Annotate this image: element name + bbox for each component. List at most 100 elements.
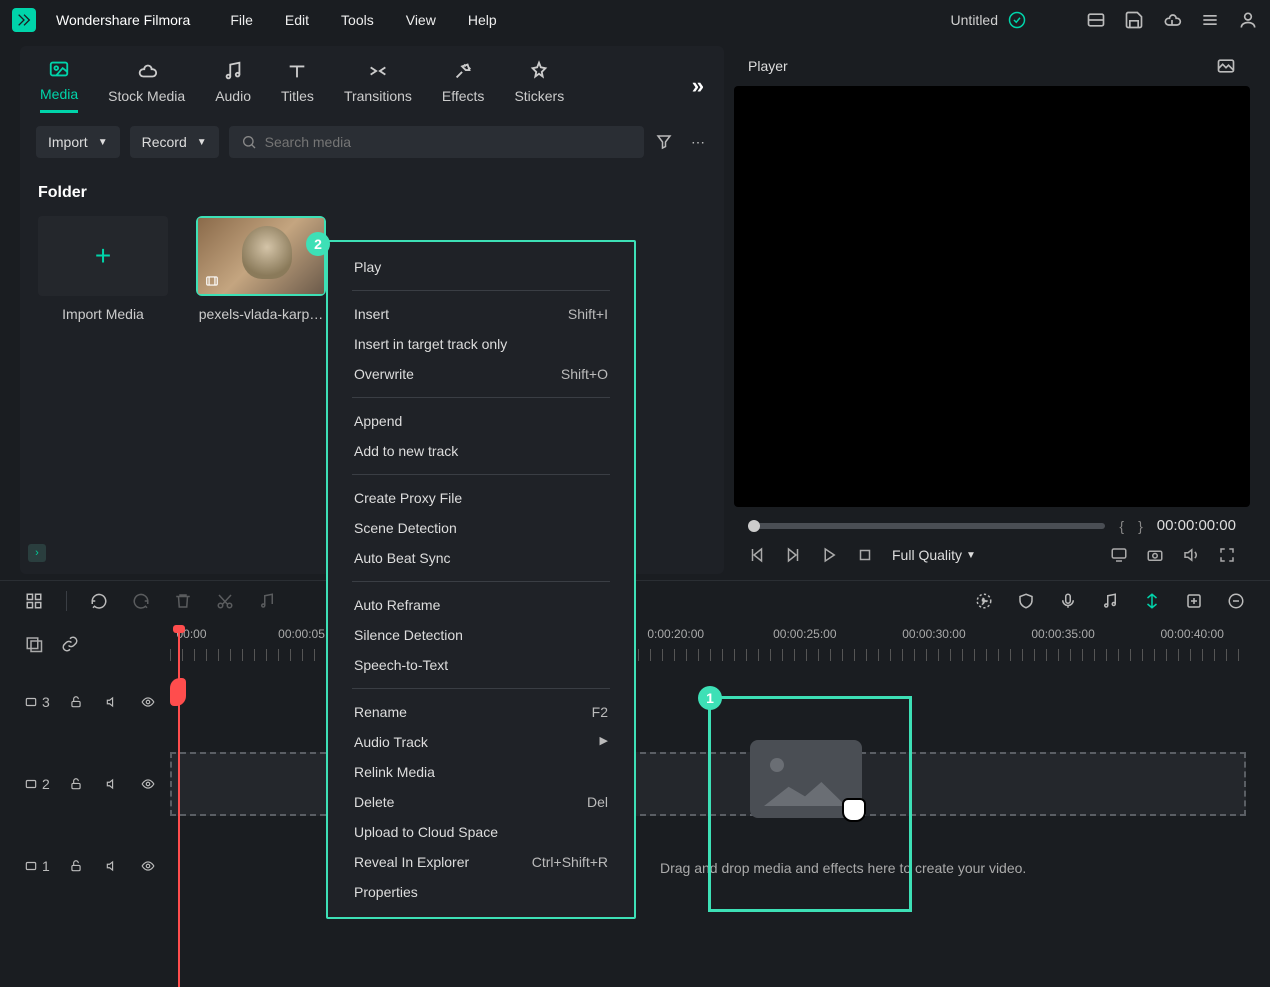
volume-icon[interactable] — [1182, 546, 1200, 564]
effects-icon — [451, 60, 475, 82]
quality-dropdown[interactable]: Full Quality ▼ — [892, 547, 976, 563]
menu-icon[interactable] — [1200, 10, 1220, 30]
player-viewport[interactable] — [734, 86, 1250, 507]
lock-icon[interactable] — [66, 692, 86, 712]
marker-icon[interactable] — [1142, 591, 1162, 611]
audio-icon — [221, 60, 245, 82]
import-media-tile[interactable]: + Import Media — [38, 216, 168, 322]
add-marker-icon[interactable] — [1184, 591, 1204, 611]
user-icon[interactable] — [1238, 10, 1258, 30]
link-icon[interactable] — [60, 634, 80, 654]
play-back-icon[interactable] — [784, 546, 802, 564]
import-media-box[interactable]: + — [38, 216, 168, 296]
cm-reveal[interactable]: Reveal In ExplorerCtrl+Shift+R — [328, 847, 634, 877]
cm-upload-cloud[interactable]: Upload to Cloud Space — [328, 817, 634, 847]
mute-icon[interactable] — [102, 856, 122, 876]
play-icon[interactable] — [820, 546, 838, 564]
tab-stickers[interactable]: Stickers — [514, 60, 564, 112]
save-icon[interactable] — [1124, 10, 1144, 30]
cm-insert-target[interactable]: Insert in target track only — [328, 329, 634, 359]
tab-transitions[interactable]: Transitions — [344, 60, 412, 112]
mark-out-icon[interactable]: } — [1138, 518, 1143, 534]
tab-media[interactable]: Media — [40, 58, 78, 113]
scrubber[interactable] — [748, 523, 1105, 529]
cm-create-proxy[interactable]: Create Proxy File — [328, 483, 634, 513]
eye-icon[interactable] — [138, 692, 158, 712]
tab-media-label: Media — [40, 86, 78, 102]
more-tabs-icon[interactable]: » — [692, 73, 704, 99]
cm-properties[interactable]: Properties — [328, 877, 634, 907]
menu-view[interactable]: View — [406, 12, 436, 28]
stop-icon[interactable] — [856, 546, 874, 564]
eye-icon[interactable] — [138, 774, 158, 794]
fullscreen-icon[interactable] — [1218, 546, 1236, 564]
grid-icon[interactable] — [24, 591, 44, 611]
camera-icon[interactable] — [1146, 546, 1164, 564]
mute-icon[interactable] — [102, 774, 122, 794]
transitions-icon — [366, 60, 390, 82]
display-icon[interactable] — [1110, 546, 1128, 564]
cut-icon[interactable] — [215, 591, 235, 611]
mark-in-icon[interactable]: { — [1119, 518, 1124, 534]
render-icon[interactable] — [974, 591, 994, 611]
delete-icon[interactable] — [173, 591, 193, 611]
record-dropdown[interactable]: Record ▼ — [130, 126, 219, 158]
zoom-out-icon[interactable] — [1226, 591, 1246, 611]
media-clip-box[interactable] — [196, 216, 326, 296]
redo-icon[interactable] — [131, 591, 151, 611]
cloud-icon[interactable] — [1162, 10, 1182, 30]
mute-icon[interactable] — [102, 692, 122, 712]
cm-delete[interactable]: DeleteDel — [328, 787, 634, 817]
menu-help[interactable]: Help — [468, 12, 497, 28]
cm-overwrite[interactable]: OverwriteShift+O — [328, 359, 634, 389]
separator — [352, 474, 610, 475]
audio-mix-icon[interactable] — [1100, 591, 1120, 611]
import-dropdown[interactable]: Import ▼ — [36, 126, 120, 158]
ruler-label: 0:00:20:00 — [647, 627, 704, 641]
menu-tools[interactable]: Tools — [341, 12, 374, 28]
tab-audio[interactable]: Audio — [215, 60, 251, 112]
music-icon[interactable] — [257, 591, 277, 611]
cm-speech-to-text[interactable]: Speech-to-Text — [328, 650, 634, 680]
cm-scene-detection[interactable]: Scene Detection — [328, 513, 634, 543]
shield-icon[interactable] — [1016, 591, 1036, 611]
undo-icon[interactable] — [89, 591, 109, 611]
cm-silence-detection[interactable]: Silence Detection — [328, 620, 634, 650]
filter-icon[interactable] — [654, 132, 674, 152]
cm-insert[interactable]: InsertShift+I — [328, 299, 634, 329]
menu-file[interactable]: File — [230, 12, 253, 28]
cm-auto-beat[interactable]: Auto Beat Sync — [328, 543, 634, 573]
cm-audio-track[interactable]: Audio Track▶ — [328, 727, 634, 757]
playhead[interactable] — [178, 627, 180, 987]
player-panel: Player { } 00:00:00:00 Full Quality ▼ — [734, 46, 1250, 574]
mic-icon[interactable] — [1058, 591, 1078, 611]
prev-frame-icon[interactable] — [748, 546, 766, 564]
tab-stock-media[interactable]: Stock Media — [108, 60, 185, 112]
cm-auto-reframe[interactable]: Auto Reframe — [328, 590, 634, 620]
search-box[interactable] — [229, 126, 644, 158]
layout-icon[interactable] — [1086, 10, 1106, 30]
cm-relink[interactable]: Relink Media — [328, 757, 634, 787]
lock-icon[interactable] — [66, 774, 86, 794]
media-clip-tile[interactable]: pexels-vlada-karp… — [196, 216, 326, 322]
cm-append[interactable]: Append — [328, 406, 634, 436]
eye-icon[interactable] — [138, 856, 158, 876]
tab-bar: Media Stock Media Audio Titles Transitio… — [20, 46, 724, 114]
record-label: Record — [142, 134, 187, 150]
snapshot-icon[interactable] — [1216, 56, 1236, 76]
lock-icon[interactable] — [66, 856, 86, 876]
tab-effects[interactable]: Effects — [442, 60, 485, 112]
menu-edit[interactable]: Edit — [285, 12, 309, 28]
tab-transitions-label: Transitions — [344, 88, 412, 104]
more-icon[interactable]: ⋯ — [688, 132, 708, 152]
tab-titles[interactable]: Titles — [281, 60, 314, 112]
player-controls: { } 00:00:00:00 Full Quality ▼ — [734, 507, 1250, 574]
cm-add-new-track[interactable]: Add to new track — [328, 436, 634, 466]
app-name: Wondershare Filmora — [56, 12, 190, 28]
search-input[interactable] — [265, 134, 632, 150]
submenu-arrow-icon: ▶ — [600, 734, 608, 750]
expand-panel-icon[interactable]: › — [28, 544, 46, 562]
track-options-icon[interactable] — [24, 634, 44, 654]
cm-rename[interactable]: RenameF2 — [328, 697, 634, 727]
cm-play[interactable]: Play — [328, 252, 634, 282]
